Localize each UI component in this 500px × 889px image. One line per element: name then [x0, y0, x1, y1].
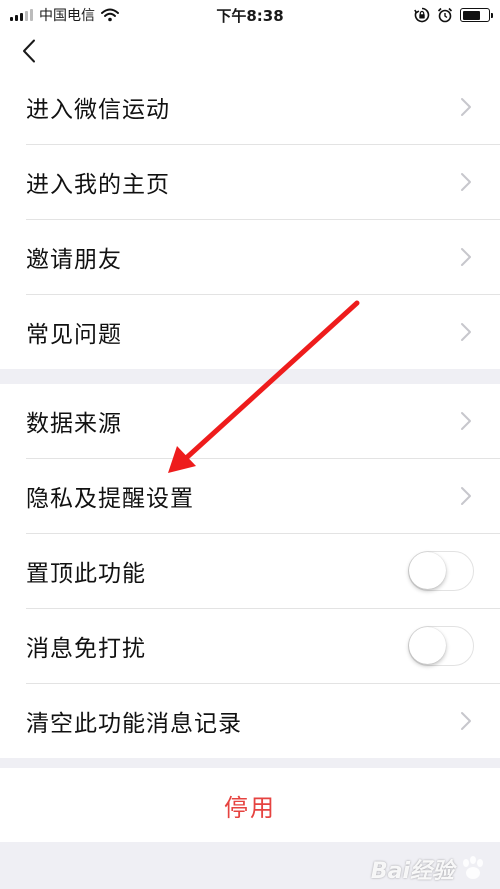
chevron-right-icon	[461, 172, 471, 191]
toggle-knob	[409, 626, 446, 664]
menu-item-label: 常见问题	[26, 321, 122, 348]
disable-button-label: 停用	[224, 793, 276, 822]
menu-item-clear-message-history[interactable]: 清空此功能消息记录	[0, 683, 500, 758]
chevron-right-icon	[461, 98, 471, 116]
menu-item-label: 置顶此功能	[26, 560, 146, 587]
baidu-jingyan-watermark: Bai经验	[371, 853, 488, 885]
carrier-name: 中国电信	[39, 8, 95, 24]
chevron-right-icon	[461, 322, 471, 341]
menu-item-label: 消息免打扰	[26, 635, 146, 662]
menu-item-label: 隐私及提醒设置	[26, 485, 194, 512]
mute-notifications-toggle[interactable]	[408, 625, 474, 666]
menu-item-label: 数据来源	[26, 411, 122, 437]
menu-item-privacy-reminder-settings[interactable]: 隐私及提醒设置	[0, 458, 500, 533]
menu-item-enter-my-homepage[interactable]: 进入我的主页	[0, 144, 500, 219]
chevron-right-icon	[461, 486, 471, 505]
alarm-icon	[437, 7, 453, 23]
paw-icon	[463, 856, 483, 879]
chevron-right-icon	[461, 247, 471, 266]
status-bar: 中国电信 下午8:38	[0, 0, 500, 30]
menu-item-label: 邀请朋友	[26, 246, 122, 273]
battery-level	[462, 10, 480, 20]
menu-item-mute-notifications: 消息免打扰	[0, 608, 500, 683]
menu-item-label: 清空此功能消息记录	[26, 710, 242, 737]
menu-group-2: 数据来源 隐私及提醒设置 置顶此功能 消息免打扰 清空此功能消息记录	[0, 384, 500, 758]
menu-item-faq[interactable]: 常见问题	[0, 294, 500, 369]
watermark-text: Bai经验	[370, 859, 454, 884]
menu-item-enter-wechat-sport[interactable]: 进入微信运动	[0, 70, 500, 144]
menu-item-label: 进入微信运动	[26, 97, 170, 123]
wifi-icon	[101, 8, 119, 22]
nav-bar	[0, 30, 500, 70]
chevron-right-icon	[461, 412, 471, 430]
disable-button[interactable]: 停用	[0, 768, 500, 842]
rotation-lock-icon	[414, 7, 430, 23]
battery-icon	[460, 8, 493, 22]
chevron-right-icon	[461, 711, 471, 730]
menu-item-invite-friends[interactable]: 邀请朋友	[0, 219, 500, 294]
chevron-left-icon	[23, 39, 35, 63]
back-button[interactable]	[14, 36, 44, 66]
toggle-knob	[409, 551, 446, 589]
menu-item-pin-to-top: 置顶此功能	[0, 533, 500, 608]
signal-icon	[10, 9, 33, 21]
menu-item-label: 进入我的主页	[26, 171, 170, 198]
menu-item-data-source[interactable]: 数据来源	[0, 384, 500, 458]
pin-to-top-toggle[interactable]	[408, 550, 474, 591]
menu-group-1: 进入微信运动 进入我的主页 邀请朋友 常见问题	[0, 70, 500, 369]
